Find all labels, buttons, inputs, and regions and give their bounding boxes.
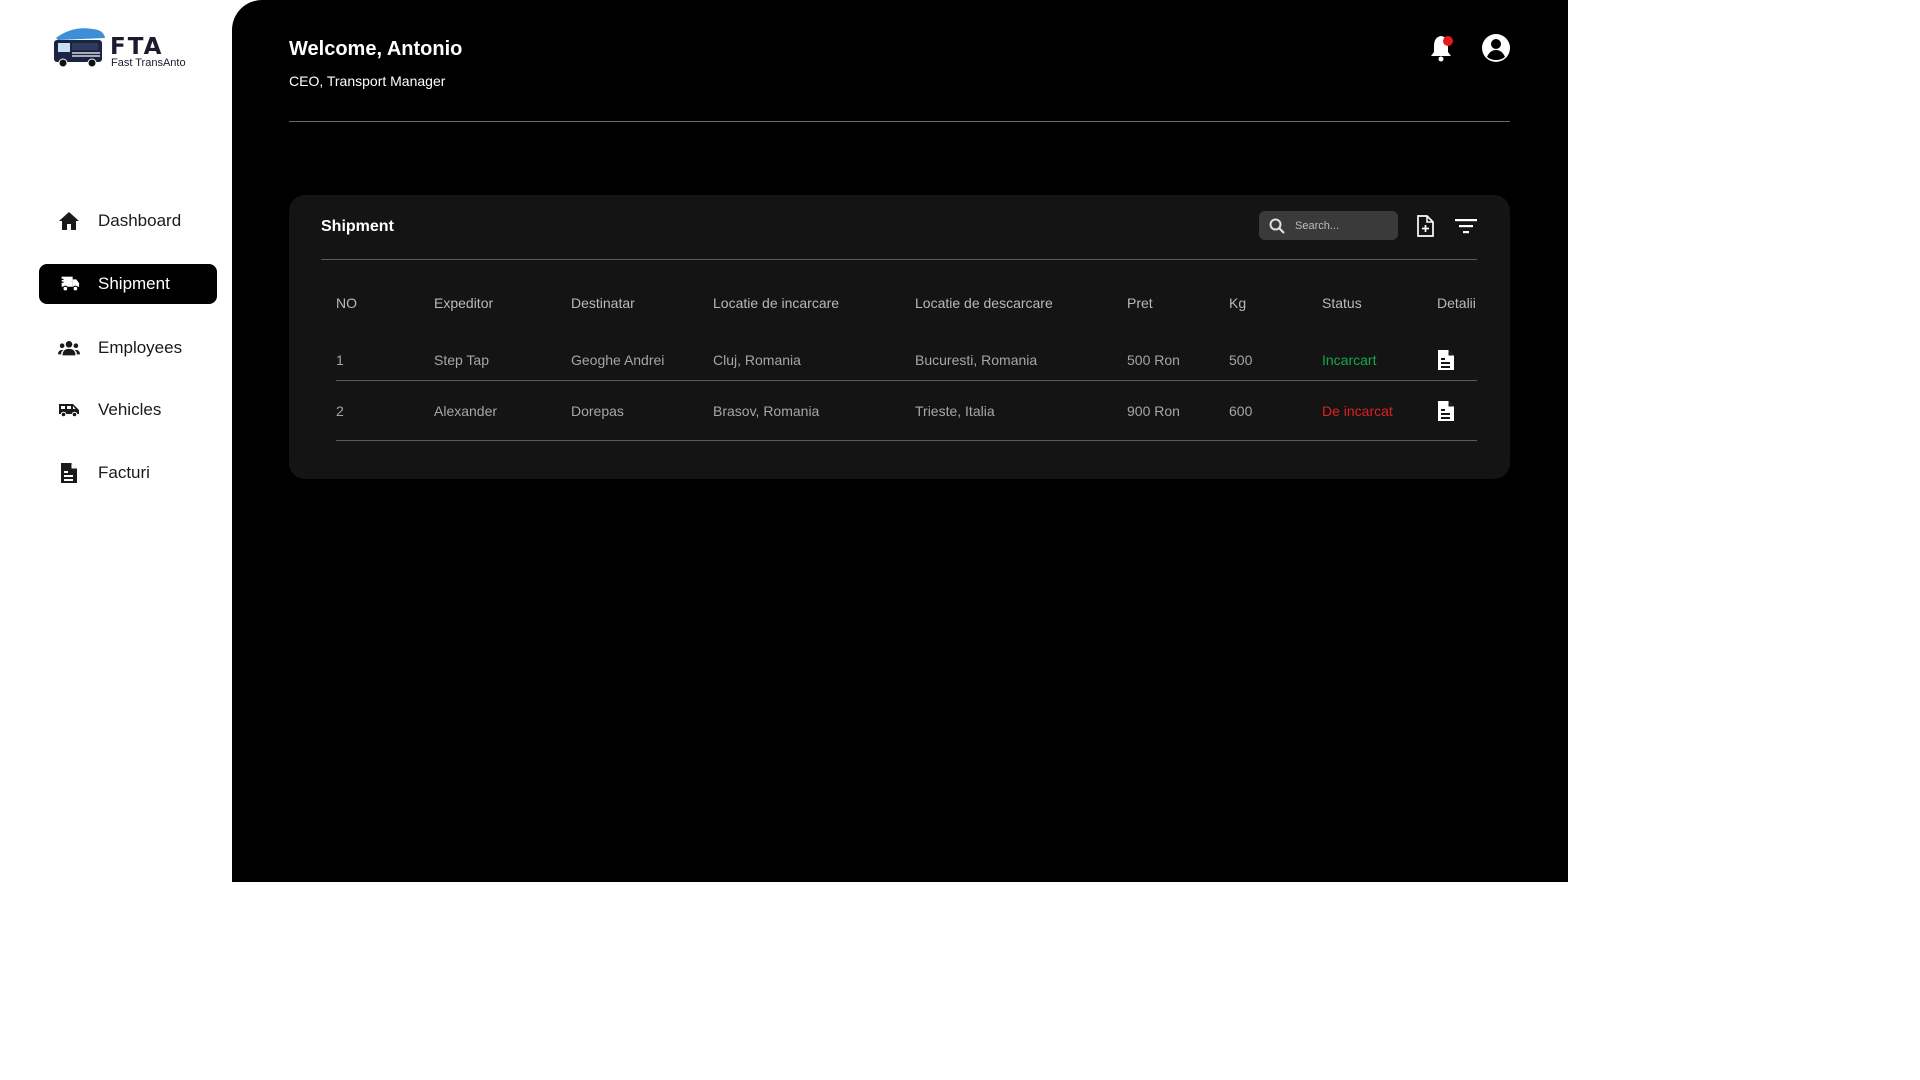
column-header-incarcare: Locatie de incarcare (713, 295, 840, 311)
page-title: Welcome, Antonio (289, 38, 463, 60)
column-header-status: Status (1322, 295, 1362, 311)
cell-no: 1 (336, 352, 344, 368)
filter-button[interactable] (1454, 217, 1478, 235)
status-badge: De incarcat (1322, 403, 1393, 419)
row-divider (336, 380, 1477, 381)
file-plus-icon (1417, 215, 1434, 237)
column-header-pret: Pret (1127, 295, 1153, 311)
header-divider (289, 121, 1510, 122)
cell-incarcare: Cluj, Romania (713, 352, 801, 368)
notifications-button[interactable] (1429, 34, 1459, 64)
notification-badge (1443, 36, 1453, 46)
cell-destinatar: Geoghe Andrei (571, 352, 665, 368)
home-icon (58, 210, 80, 232)
sidebar-item-label: Shipment (98, 274, 170, 293)
column-header-kg: Kg (1229, 295, 1247, 311)
user-avatar-icon (1482, 34, 1510, 62)
sidebar-item-label: Employees (98, 338, 183, 357)
search-icon (1269, 218, 1285, 234)
user-role: CEO, Transport Manager (289, 73, 446, 89)
column-header-expeditor: Expeditor (434, 295, 494, 311)
search-input[interactable] (1293, 218, 1397, 233)
details-button[interactable] (1437, 349, 1457, 371)
sidebar-item-label: Vehicles (98, 400, 162, 419)
add-shipment-button[interactable] (1416, 215, 1438, 239)
cell-destinatar: Dorepas (571, 403, 624, 419)
column-header-descarcare: Locatie de descarcare (915, 295, 1053, 311)
cell-pret: 900 Ron (1127, 403, 1180, 419)
brand-subtitle: Fast TransAnto (111, 57, 186, 69)
sidebar-item-label: Facturi (98, 463, 150, 482)
truck-logo-icon (54, 28, 105, 68)
cell-pret: 500 Ron (1127, 352, 1180, 368)
sidebar-item-employees[interactable]: Employees (39, 328, 217, 368)
column-header-no: NO (336, 295, 357, 311)
cell-descarcare: Bucuresti, Romania (915, 352, 1038, 368)
van-icon (58, 399, 80, 421)
main-panel: Welcome, Antonio CEO, Transport Manager … (232, 0, 1568, 882)
filter-icon (1455, 219, 1477, 234)
column-header-detalii: Detalii (1437, 295, 1476, 311)
cell-expeditor: Step Tap (434, 352, 490, 368)
cell-incarcare: Brasov, Romania (713, 403, 820, 419)
document-icon (1438, 350, 1454, 370)
search-box[interactable] (1259, 211, 1398, 240)
status-badge: Incarcart (1322, 352, 1377, 368)
user-profile-button[interactable] (1481, 33, 1511, 63)
document-icon (1438, 401, 1454, 421)
cell-no: 2 (336, 403, 344, 419)
row-divider (336, 440, 1477, 441)
truck-fast-icon (58, 273, 80, 295)
sidebar: FTA Fast TransAnto Dashboard Shipment Em… (0, 0, 232, 882)
column-header-destinatar: Destinatar (571, 295, 635, 311)
brand-logo[interactable]: FTA Fast TransAnto (50, 24, 200, 74)
cell-kg: 600 (1229, 403, 1253, 419)
cell-kg: 500 (1229, 352, 1253, 368)
sidebar-item-vehicles[interactable]: Vehicles (39, 390, 217, 430)
sidebar-item-shipment[interactable]: Shipment (39, 264, 217, 304)
sidebar-item-label: Dashboard (98, 211, 182, 230)
sidebar-item-dashboard[interactable]: Dashboard (39, 201, 217, 241)
details-button[interactable] (1437, 400, 1457, 422)
card-divider (321, 259, 1477, 260)
sidebar-item-facturi[interactable]: Facturi (39, 453, 217, 493)
invoice-icon (58, 462, 80, 484)
cell-descarcare: Trieste, Italia (915, 403, 995, 419)
shipment-title: Shipment (321, 218, 394, 235)
cell-expeditor: Alexander (434, 403, 498, 419)
users-icon (58, 337, 80, 359)
shipment-card: Shipment NO Exped (289, 195, 1510, 479)
